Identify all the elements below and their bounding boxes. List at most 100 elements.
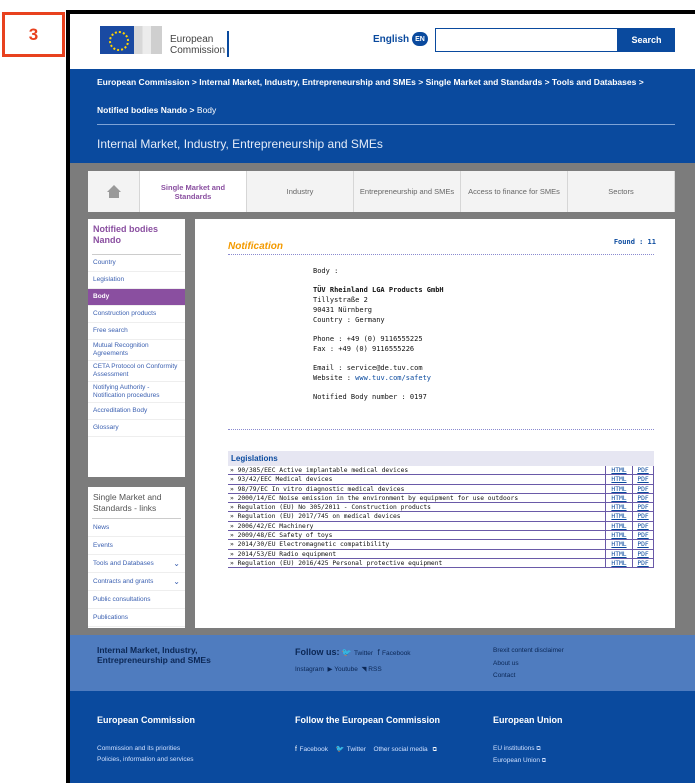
notification-panel: Notification Found : 11 Body : TÜV Rhein… xyxy=(195,219,675,628)
sidebar-links: Single Market and Standards - links News… xyxy=(88,487,185,628)
commission-logo-icon[interactable] xyxy=(134,26,162,54)
legislation-pdf-link[interactable]: PDF xyxy=(632,512,654,521)
legislation-pdf-link[interactable]: PDF xyxy=(632,540,654,549)
social-links: Instagram ▶ Youtube ◥ RSS xyxy=(295,665,382,673)
legislation-pdf-link[interactable]: PDF xyxy=(632,493,654,503)
legislation-html-link[interactable]: HTML xyxy=(605,493,632,503)
main-area: Single Market and Standards Industry Ent… xyxy=(70,163,695,635)
search-input[interactable] xyxy=(435,28,618,52)
twitter-icon[interactable]: 🐦 xyxy=(336,746,345,753)
legislation-name: » Regulation (EU) No 305/2011 - Construc… xyxy=(230,504,431,512)
ec-facebook-link[interactable]: Facebook xyxy=(299,746,328,753)
sidebar-item-accreditation-body[interactable]: Accreditation Body xyxy=(88,403,185,420)
sidebar-link-publications[interactable]: Publications xyxy=(88,609,185,627)
legislation-html-link[interactable]: HTML xyxy=(605,503,632,512)
legislations-title: Legislations xyxy=(228,451,654,466)
sidebar-item-body[interactable]: Body xyxy=(88,289,185,306)
nav-sectors[interactable]: Sectors xyxy=(568,171,675,212)
legislation-pdf-link[interactable]: PDF xyxy=(632,549,654,558)
footer-col-title: European Commission xyxy=(97,715,196,725)
priorities-link[interactable]: Commission and its priorities xyxy=(97,743,195,754)
sidebar-item-ceta[interactable]: CETA Protocol on Conformity Assessment xyxy=(88,361,185,382)
legislation-name: » Regulation (EU) 2016/425 Personal prot… xyxy=(230,559,443,567)
european-union-link[interactable]: European Union ⧉ xyxy=(493,755,563,767)
sidebar-link-news[interactable]: News xyxy=(88,519,185,537)
legislation-row: » 2000/14/EC Noise emission in the envir… xyxy=(228,493,654,504)
legislation-html-link[interactable]: HTML xyxy=(605,484,632,493)
eu-flag-icon[interactable] xyxy=(100,26,134,54)
legislation-html-link[interactable]: HTML xyxy=(605,512,632,521)
about-us-link[interactable]: About us xyxy=(493,658,564,671)
language-code-icon[interactable]: EN xyxy=(412,32,428,46)
legislation-pdf-link[interactable]: PDF xyxy=(632,484,654,493)
legislation-html-link[interactable]: HTML xyxy=(605,521,632,531)
chevron-down-icon[interactable]: ⌄ xyxy=(173,559,180,568)
instagram-link[interactable]: Instagram xyxy=(295,666,324,673)
brexit-disclaimer-link[interactable]: Brexit content disclaimer xyxy=(493,645,564,658)
legislation-pdf-link[interactable]: PDF xyxy=(632,531,654,540)
language-selector[interactable]: English xyxy=(373,34,409,45)
breadcrumb-nando-link[interactable]: Notified bodies Nando > xyxy=(97,105,195,115)
legislation-pdf-link[interactable]: PDF xyxy=(632,521,654,531)
sidebar-item-notifying-authority[interactable]: Notifying Authority - Notification proce… xyxy=(88,382,185,403)
youtube-link[interactable]: Youtube xyxy=(334,666,358,673)
sidebar-item-legislation[interactable]: Legislation xyxy=(88,272,185,289)
legislation-row: » 93/42/EEC Medical devices HTML PDF xyxy=(228,475,654,485)
legislation-pdf-link[interactable]: PDF xyxy=(632,558,654,568)
legislation-row: » 2014/30/EU Electromagnetic compatibili… xyxy=(228,540,654,550)
title-divider xyxy=(228,254,654,255)
sidebar-link-events[interactable]: Events xyxy=(88,537,185,555)
rss-icon[interactable]: ◥ xyxy=(361,666,366,673)
legislation-pdf-link[interactable]: PDF xyxy=(632,503,654,512)
dg-footer: Internal Market, Industry, Entrepreneurs… xyxy=(70,635,695,691)
nav-access-to-finance[interactable]: Access to finance for SMEs xyxy=(461,171,568,212)
dg-footer-title[interactable]: Internal Market, Industry, Entrepreneurs… xyxy=(97,645,211,665)
sidebar-item-free-search[interactable]: Free search xyxy=(88,323,185,340)
legislation-pdf-link[interactable]: PDF xyxy=(632,466,654,475)
found-count: Found : 11 xyxy=(613,238,656,246)
contact-link[interactable]: Contact xyxy=(493,670,564,683)
site-header: European Commission English EN Search xyxy=(70,14,695,69)
other-social-media-link[interactable]: Other social media xyxy=(373,746,427,753)
nav-single-market[interactable]: Single Market and Standards xyxy=(140,171,247,212)
site-title[interactable]: Internal Market, Industry, Entrepreneurs… xyxy=(97,137,383,151)
commission-logo-text[interactable]: European Commission xyxy=(170,34,225,56)
eu-institutions-link[interactable]: EU institutions ⧉ xyxy=(493,743,563,755)
legislation-html-link[interactable]: HTML xyxy=(605,475,632,484)
external-link-icon: ⧉ xyxy=(432,747,437,753)
facebook-icon[interactable]: f xyxy=(295,746,297,753)
legislation-html-link[interactable]: HTML xyxy=(605,540,632,549)
rss-link[interactable]: RSS xyxy=(368,666,381,673)
sidebar-item-mra[interactable]: Mutual Recognition Agreements xyxy=(88,340,185,361)
twitter-icon[interactable]: 🐦 xyxy=(342,648,352,657)
details-divider xyxy=(228,429,654,430)
youtube-icon[interactable]: ▶ xyxy=(328,666,333,673)
legislation-pdf-link[interactable]: PDF xyxy=(632,475,654,484)
legislation-row: » 2009/48/EC Safety of toys HTML PDF xyxy=(228,531,654,541)
sidebar-item-glossary[interactable]: Glossary xyxy=(88,420,185,437)
legislation-html-link[interactable]: HTML xyxy=(605,531,632,540)
sidebar-item-construction-products[interactable]: Construction products xyxy=(88,306,185,323)
sidebar-link-consultations[interactable]: Public consultations xyxy=(88,591,185,609)
sidebar-link-tools[interactable]: Tools and Databases ⌄ xyxy=(88,555,185,573)
sidebar-link-contracts[interactable]: Contracts and grants ⌄ xyxy=(88,573,185,591)
ec-twitter-link[interactable]: Twitter xyxy=(347,746,366,753)
legislation-html-link[interactable]: HTML xyxy=(605,558,632,568)
search-button[interactable]: Search xyxy=(618,28,675,52)
home-icon[interactable] xyxy=(88,171,140,212)
legislation-name: » 90/385/EEC Active implantable medical … xyxy=(230,467,409,474)
twitter-link[interactable]: Twitter xyxy=(354,650,373,657)
body-street: Tillystraße 2 xyxy=(313,296,368,304)
chevron-down-icon[interactable]: ⌄ xyxy=(173,577,180,586)
breadcrumb[interactable]: European Commission > Internal Market, I… xyxy=(97,77,644,87)
policies-link[interactable]: Policies, information and services xyxy=(97,754,195,765)
facebook-icon[interactable]: f xyxy=(378,648,380,657)
nav-industry[interactable]: Industry xyxy=(247,171,354,212)
facebook-link[interactable]: Facebook xyxy=(382,650,411,657)
legislation-html-link[interactable]: HTML xyxy=(605,549,632,558)
website-link[interactable]: www.tuv.com/safety xyxy=(355,374,431,382)
legislation-html-link[interactable]: HTML xyxy=(605,466,632,475)
logo-separator xyxy=(227,31,229,57)
sidebar-item-country[interactable]: Country xyxy=(88,255,185,272)
nav-entrepreneurship[interactable]: Entrepreneurship and SMEs xyxy=(354,171,461,212)
